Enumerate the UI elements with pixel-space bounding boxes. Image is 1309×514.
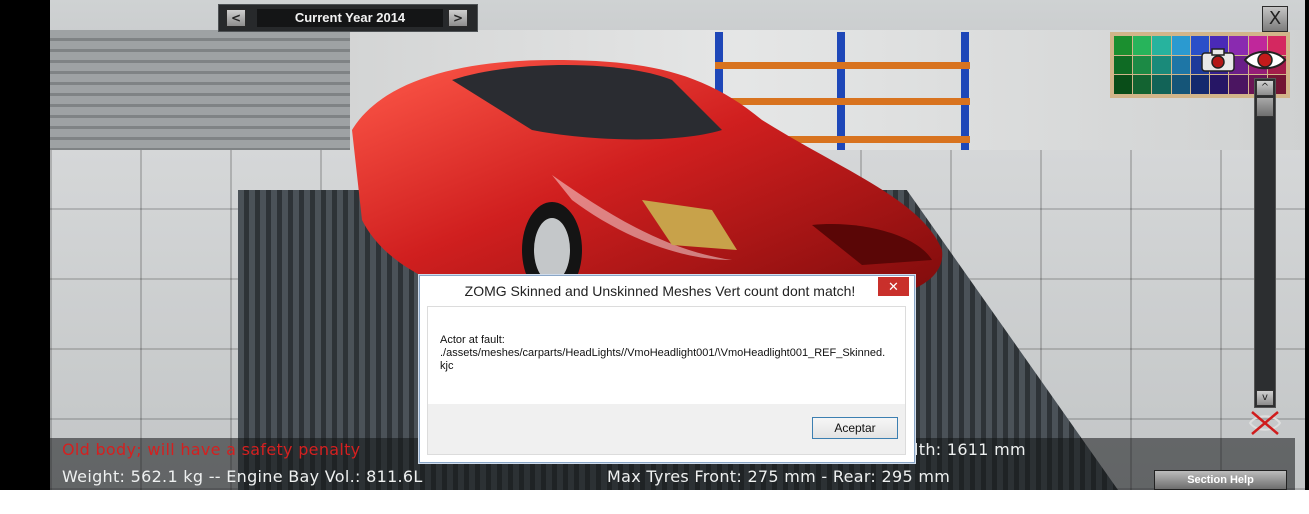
width-readout: lth: 1611 mm (914, 440, 1026, 459)
paint-swatch[interactable] (1152, 36, 1171, 55)
paint-swatch[interactable] (1190, 75, 1210, 94)
ok-button[interactable]: Aceptar (812, 417, 898, 439)
dialog-content: Actor at fault: ./assets/meshes/carparts… (427, 306, 906, 455)
dialog-title: ZOMG Skinned and Unskinned Meshes Vert c… (464, 283, 856, 299)
no-view-icon[interactable] (1248, 410, 1282, 436)
current-year-label: Current Year 2014 (257, 9, 443, 27)
next-year-button[interactable]: > (448, 9, 468, 27)
paint-swatch[interactable] (1171, 36, 1190, 55)
paint-swatch[interactable] (1133, 75, 1152, 94)
paint-swatch[interactable] (1229, 75, 1248, 94)
dialog-titlebar[interactable]: ZOMG Skinned and Unskinned Meshes Vert c… (420, 276, 914, 306)
paint-swatch[interactable] (1210, 75, 1229, 94)
dialog-close-button[interactable]: ✕ (878, 277, 909, 296)
safety-penalty-warning: Old body; will have a safety penalty (62, 440, 361, 459)
paint-swatch[interactable] (1133, 55, 1152, 75)
view-scrollbar[interactable] (1254, 78, 1276, 408)
camera-icon[interactable] (1200, 48, 1236, 72)
scroll-thumb[interactable] (1256, 97, 1274, 117)
chevron-down-icon[interactable]: v (1256, 390, 1274, 406)
paint-swatch[interactable] (1114, 36, 1133, 55)
paint-swatch[interactable] (1171, 55, 1190, 75)
close-icon[interactable]: X (1262, 6, 1288, 32)
section-help-button[interactable]: Section Help (1154, 470, 1287, 490)
eye-icon[interactable] (1243, 47, 1287, 73)
car-model[interactable] (342, 60, 952, 310)
weight-readout: Weight: 562.1 kg -- Engine Bay Vol.: 811… (62, 467, 423, 486)
paint-swatch[interactable] (1114, 55, 1133, 75)
dialog-message: Actor at fault: ./assets/meshes/carparts… (440, 334, 886, 372)
year-selector: < Current Year 2014 > (218, 4, 478, 32)
paint-swatch[interactable] (1133, 36, 1152, 55)
chevron-up-icon[interactable]: ^ (1256, 80, 1274, 96)
dialog-footer: Aceptar (428, 404, 905, 454)
paint-swatch[interactable] (1171, 75, 1190, 94)
paint-swatch[interactable] (1114, 75, 1133, 94)
prev-year-button[interactable]: < (226, 9, 246, 27)
error-dialog: ZOMG Skinned and Unskinned Meshes Vert c… (419, 275, 915, 463)
paint-swatch[interactable] (1152, 55, 1171, 75)
paint-swatch[interactable] (1152, 75, 1171, 94)
tyres-readout: Max Tyres Front: 275 mm - Rear: 295 mm (607, 467, 951, 486)
letterbox-left (0, 0, 50, 490)
